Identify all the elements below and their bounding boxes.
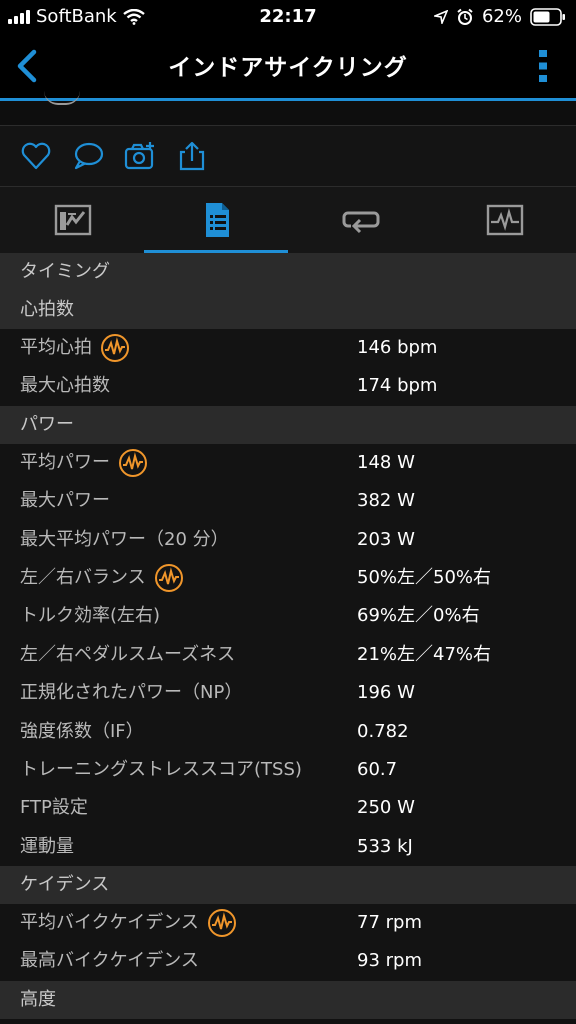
row-max-cadence: 最高バイクケイデンス 93 rpm (0, 942, 576, 981)
row-lr-balance: 左／右バランス 50%左／50%右 (0, 558, 576, 598)
avg-cadence-label: 平均バイクケイデンス (20, 912, 199, 934)
section-header-heart-rate[interactable]: 心拍数 (0, 291, 576, 329)
details-list: タイミング 心拍数 平均心拍 146 bpm 最大心拍数 174 bpm パワー… (0, 253, 576, 1019)
performance-insight-icon[interactable] (118, 448, 148, 478)
lr-balance-label: 左／右バランス (20, 566, 146, 588)
navigation-bar: インドアサイクリング (0, 34, 576, 98)
row-pedal-smoothness: 左／右ペダルスムーズネス 21%左／47%右 (0, 635, 576, 675)
intensity-factor-value: 0.782 (357, 720, 409, 742)
activity-tabs (0, 187, 576, 253)
chart-summary-icon (54, 204, 92, 236)
row-intensity-factor: 強度係数（IF） 0.782 (0, 712, 576, 751)
row-max-avg-power: 最大平均パワー（20 分） 203 W (0, 520, 576, 559)
work-value: 533 kJ (357, 835, 413, 857)
location-arrow-icon (433, 9, 448, 24)
status-bar: SoftBank 22:17 62% (0, 0, 576, 34)
torque-effectiveness-label: トルク効率(左右) (20, 605, 161, 627)
avg-cadence-value: 77 rpm (357, 912, 422, 934)
normalized-power-label: 正規化されたパワー（NP） (20, 682, 243, 704)
battery-percent: 62% (481, 6, 522, 27)
row-max-heart-rate: 最大心拍数 174 bpm (0, 367, 576, 406)
activity-actions-bar (0, 126, 576, 187)
pedal-smoothness-value: 21%左／47%右 (357, 643, 492, 665)
max-heart-rate-value: 174 bpm (357, 375, 438, 397)
tab-laps[interactable] (288, 187, 432, 253)
section-header-cadence[interactable]: ケイデンス (0, 866, 576, 905)
avatar-edge (44, 91, 80, 105)
like-heart-icon[interactable] (20, 140, 52, 172)
row-work: 運動量 533 kJ (0, 827, 576, 867)
row-avg-heart-rate: 平均心拍 146 bpm (0, 329, 576, 368)
avg-power-label: 平均パワー (20, 451, 110, 473)
avg-power-value: 148 W (357, 451, 415, 473)
normalized-power-value: 196 W (357, 682, 415, 704)
max-heart-rate-label: 最大心拍数 (20, 375, 110, 397)
torque-effectiveness-value: 69%左／0%右 (357, 605, 480, 627)
ftp-setting-label: FTP設定 (20, 797, 88, 819)
share-icon[interactable] (176, 140, 208, 172)
row-torque-effectiveness: トルク効率(左右) 69%左／0%右 (0, 597, 576, 636)
laps-loop-icon (342, 211, 380, 234)
back-chevron-icon[interactable] (10, 46, 46, 86)
battery-icon (530, 7, 565, 26)
max-power-value: 382 W (357, 490, 415, 512)
section-header-timing[interactable]: タイミング (0, 253, 576, 291)
max-avg-power-value: 203 W (357, 528, 415, 550)
tab-details[interactable] (144, 187, 288, 253)
tss-value: 60.7 (357, 758, 398, 780)
avg-heart-rate-value: 146 bpm (357, 337, 438, 358)
row-avg-cadence: 平均バイクケイデンス 77 rpm (0, 904, 576, 943)
max-cadence-label: 最高バイクケイデンス (20, 950, 199, 972)
graph-monitor-icon (486, 204, 524, 236)
performance-insight-icon[interactable] (100, 333, 130, 363)
alarm-icon (457, 8, 473, 25)
work-label: 運動量 (20, 835, 74, 857)
row-avg-power: 平均パワー 148 W (0, 443, 576, 483)
max-cadence-value: 93 rpm (357, 950, 422, 972)
tab-graphs[interactable] (432, 187, 576, 253)
section-header-power[interactable]: パワー (0, 405, 576, 444)
max-power-label: 最大パワー (20, 490, 110, 512)
max-avg-power-label: 最大平均パワー（20 分） (20, 528, 229, 550)
tss-label: トレーニングストレススコア(TSS) (20, 758, 302, 780)
ftp-setting-value: 250 W (357, 797, 415, 819)
details-list-icon (206, 203, 229, 237)
row-max-power: 最大パワー 382 W (0, 482, 576, 521)
avg-heart-rate-label: 平均心拍 (20, 337, 92, 358)
performance-insight-icon[interactable] (207, 908, 237, 938)
performance-insight-icon[interactable] (154, 563, 184, 593)
comment-bubble-icon[interactable] (72, 140, 104, 172)
lr-balance-value: 50%左／50%右 (357, 566, 492, 588)
row-ftp-setting: FTP設定 250 W (0, 789, 576, 828)
pedal-smoothness-label: 左／右ペダルスムーズネス (20, 643, 236, 665)
row-normalized-power: 正規化されたパワー（NP） 196 W (0, 674, 576, 713)
more-options-icon[interactable] (538, 48, 548, 84)
section-header-elevation[interactable]: 高度 (0, 980, 576, 1019)
row-tss: トレーニングストレススコア(TSS) 60.7 (0, 750, 576, 790)
page-title: インドアサイクリング (168, 55, 408, 81)
add-photo-camera-icon[interactable] (124, 140, 156, 172)
scrolled-header-remnant (0, 101, 576, 126)
tab-summary[interactable] (0, 187, 144, 253)
intensity-factor-label: 強度係数（IF） (20, 720, 144, 742)
